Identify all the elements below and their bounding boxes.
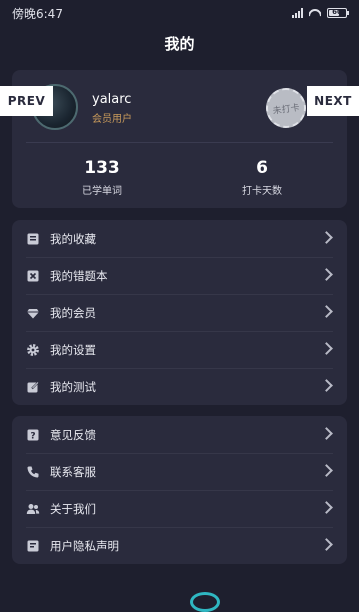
chevron-right-icon (320, 427, 333, 440)
privacy-icon (26, 539, 40, 553)
menu-item-settings[interactable]: 我的设置 (12, 331, 347, 368)
chevron-right-icon (320, 379, 333, 392)
phone-icon (26, 465, 40, 479)
chevron-right-icon (320, 342, 333, 355)
wrong-book-icon (26, 269, 40, 283)
check-in-stamp[interactable]: 未打卡 (263, 85, 309, 131)
member-label: 会员用户 (92, 114, 132, 125)
chevron-right-icon (320, 268, 333, 281)
username: yalarc (92, 92, 132, 107)
edit-icon (26, 380, 40, 394)
feedback-icon: ? (26, 428, 40, 442)
menu-item-label: 意见反馈 (50, 427, 96, 442)
menu-item-membership[interactable]: 我的会员 (12, 294, 347, 331)
menu-item-label: 我的测试 (50, 379, 96, 394)
bookmark-icon (26, 232, 40, 246)
menu-item-label: 联系客服 (50, 464, 96, 479)
battery-icon: 60 (327, 8, 349, 18)
stat-words-learned[interactable]: 133 已学单词 (42, 158, 162, 197)
stat-label: 已学单词 (82, 186, 122, 197)
chevron-right-icon (320, 501, 333, 514)
menu-item-label: 我的设置 (50, 342, 96, 357)
signal-icon (292, 8, 303, 18)
next-button[interactable]: NEXT (307, 86, 359, 116)
menu-item-favorites[interactable]: 我的收藏 (12, 220, 347, 257)
menu-item-wrong-book[interactable]: 我的错题本 (12, 257, 347, 294)
check-in-stamp-text: 未打卡 (272, 102, 301, 117)
diamond-icon (26, 306, 40, 320)
stat-label: 打卡天数 (242, 186, 282, 197)
menu-item-label: 我的会员 (50, 305, 96, 320)
stat-checkin-days[interactable]: 6 打卡天数 (202, 158, 322, 197)
bottom-tab-decoration (190, 592, 220, 612)
menu-item-label: 我的错题本 (50, 268, 108, 283)
menu-item-feedback[interactable]: ? 意见反馈 (12, 416, 347, 453)
menu-group-account: 我的收藏 我的错题本 我的会员 我的设置 我的测试 (12, 220, 347, 405)
wifi-icon (309, 9, 321, 18)
chevron-right-icon (320, 538, 333, 551)
chevron-right-icon (320, 305, 333, 318)
menu-item-tests[interactable]: 我的测试 (12, 368, 347, 405)
chevron-right-icon (320, 231, 333, 244)
stat-value: 6 (256, 158, 268, 178)
users-icon (26, 502, 40, 516)
gear-icon (26, 343, 40, 357)
status-bar: 傍晚6:47 60 (0, 0, 359, 26)
svg-text:?: ? (30, 431, 35, 441)
profile-card: yalarc 会员用户 未打卡 133 已学单词 6 打卡天数 (12, 70, 347, 208)
status-icons: 60 (292, 8, 349, 18)
menu-item-about-us[interactable]: 关于我们 (12, 490, 347, 527)
chevron-right-icon (320, 464, 333, 477)
menu-item-label: 用户隐私声明 (50, 538, 119, 553)
menu-item-privacy-policy[interactable]: 用户隐私声明 (12, 527, 347, 564)
menu-item-label: 关于我们 (50, 501, 96, 516)
stat-value: 133 (84, 158, 120, 178)
status-time: 傍晚6:47 (12, 6, 63, 21)
prev-button[interactable]: PREV (0, 86, 53, 116)
page-title: 我的 (164, 34, 195, 53)
menu-item-contact-support[interactable]: 联系客服 (12, 453, 347, 490)
menu-item-label: 我的收藏 (50, 231, 96, 246)
menu-group-support: ? 意见反馈 联系客服 关于我们 用户隐私声明 (12, 416, 347, 564)
profile-divider (26, 142, 333, 143)
battery-level: 60 (332, 8, 342, 16)
